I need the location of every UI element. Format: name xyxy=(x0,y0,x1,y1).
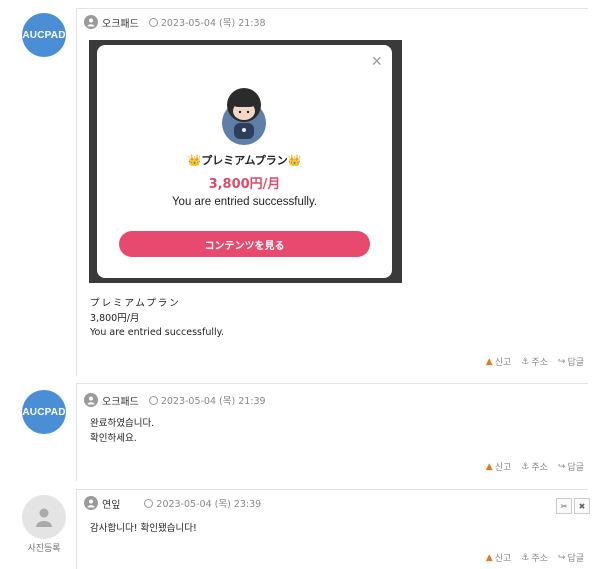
close-icon: × xyxy=(371,51,382,71)
warning-icon: ▲ xyxy=(485,552,493,563)
delete-icon[interactable]: ✖ xyxy=(574,498,590,514)
top-divider xyxy=(76,8,588,9)
date-text: 2023-05-04 (목) 21:38 xyxy=(160,18,266,29)
body-line: プレミアムプラン xyxy=(90,298,181,309)
reply-label: 답글 xyxy=(567,358,584,368)
reply-label: 답글 xyxy=(567,463,584,473)
address-button[interactable]: ⚓ 주소 xyxy=(521,551,548,565)
avatar[interactable]: AUCPAD xyxy=(22,13,66,57)
comment-body: 감사합니다! 확인됐습니다! xyxy=(90,522,197,537)
address-button[interactable]: ⚓ 주소 xyxy=(521,355,548,369)
divider-1 xyxy=(76,383,588,384)
reply-label: 답글 xyxy=(567,554,584,564)
plan-title: 👑プレミアムプラン👑 xyxy=(187,154,302,167)
body-line: 3,800円/月 xyxy=(90,312,140,324)
comment-date: 2023-05-04 (목) 21:39 xyxy=(148,393,266,407)
address-label: 주소 xyxy=(531,358,548,368)
user-icon xyxy=(84,15,98,29)
report-button[interactable]: ▲ 신고 xyxy=(485,355,512,369)
date-text: 2023-05-04 (목) 23:39 xyxy=(156,499,262,510)
comment-meta: 오크패드 2023-05-04 (목) 21:39 xyxy=(84,392,266,408)
author-name[interactable]: 오크패드 xyxy=(102,393,139,408)
address-button[interactable]: ⚓ 주소 xyxy=(521,460,548,474)
plan-price: 3,800円/月 xyxy=(208,177,281,192)
user-icon xyxy=(84,496,98,510)
address-label: 주소 xyxy=(531,463,548,473)
report-label: 신고 xyxy=(494,463,512,473)
success-message: You are entried successfully. xyxy=(171,196,318,208)
comment-body: 완료하였습니다. 확인하세요. xyxy=(90,417,154,446)
avatar[interactable]: AUCPAD xyxy=(22,390,66,434)
warning-icon: ▲ xyxy=(485,356,493,367)
cut-icon[interactable]: ✂ xyxy=(556,498,572,514)
body-line: 확인하세요. xyxy=(90,432,137,444)
avatar-placeholder[interactable] xyxy=(22,495,66,539)
reply-arrow-icon: ↪ xyxy=(557,461,566,472)
admin-buttons: ✂ ✖ xyxy=(556,498,590,514)
comment-date: 2023-05-04 (목) 23:39 xyxy=(144,496,261,510)
author-name[interactable]: 오크패드 xyxy=(102,15,139,30)
body-line: You are entried successfully. xyxy=(90,327,224,338)
thread-line-3 xyxy=(76,489,77,569)
warning-icon: ▲ xyxy=(485,461,493,472)
reply-button[interactable]: ↪ 답글 xyxy=(557,551,584,565)
divider-2 xyxy=(76,489,588,490)
reply-button[interactable]: ↪ 답글 xyxy=(557,460,584,474)
premium-modal: × 👑プレミアムプラン👑 3,800円/月 You are entried su… xyxy=(97,45,392,278)
anchor-icon: ⚓ xyxy=(521,552,530,563)
person-icon xyxy=(36,508,52,527)
body-line: 감사합니다! 확인됐습니다! xyxy=(90,523,197,534)
reply-button[interactable]: ↪ 답글 xyxy=(557,355,584,369)
reply-arrow-icon: ↪ xyxy=(557,552,566,563)
body-line: 완료하였습니다. xyxy=(90,418,155,429)
clock-icon xyxy=(148,17,158,27)
clock-icon xyxy=(144,498,154,508)
comment-meta: 오크패드 2023-05-04 (목) 21:38 xyxy=(84,14,266,30)
comment-body: プレミアムプラン 3,800円/月 You are entried succes… xyxy=(90,297,224,341)
comment-actions: ▲ 신고 ⚓ 주소 ↪ 답글 xyxy=(485,355,584,369)
report-button[interactable]: ▲ 신고 xyxy=(485,460,512,474)
report-button[interactable]: ▲ 신고 xyxy=(485,551,512,565)
comment-date: 2023-05-04 (목) 21:38 xyxy=(148,15,266,29)
comment-actions: ▲ 신고 ⚓ 주소 ↪ 답글 xyxy=(485,551,584,565)
thread-line-2 xyxy=(76,383,77,481)
comment-actions: ▲ 신고 ⚓ 주소 ↪ 답글 xyxy=(485,460,584,474)
photo-register-link[interactable]: 사진등록 xyxy=(16,541,72,554)
view-content-button[interactable]: コンテンツを見る xyxy=(119,231,370,257)
date-text: 2023-05-04 (목) 21:39 xyxy=(160,396,266,407)
anchor-icon: ⚓ xyxy=(521,461,530,472)
anchor-icon: ⚓ xyxy=(521,356,530,367)
comment-meta: 연잎 2023-05-04 (목) 23:39 xyxy=(84,495,261,511)
reply-arrow-icon: ↪ xyxy=(557,356,566,367)
author-name[interactable]: 연잎 xyxy=(102,496,120,511)
character-illustration xyxy=(222,88,266,145)
address-label: 주소 xyxy=(531,554,548,564)
user-icon xyxy=(84,393,98,407)
report-label: 신고 xyxy=(494,554,512,564)
thread-line-1 xyxy=(76,8,77,376)
clock-icon xyxy=(148,395,158,405)
report-label: 신고 xyxy=(494,358,512,368)
